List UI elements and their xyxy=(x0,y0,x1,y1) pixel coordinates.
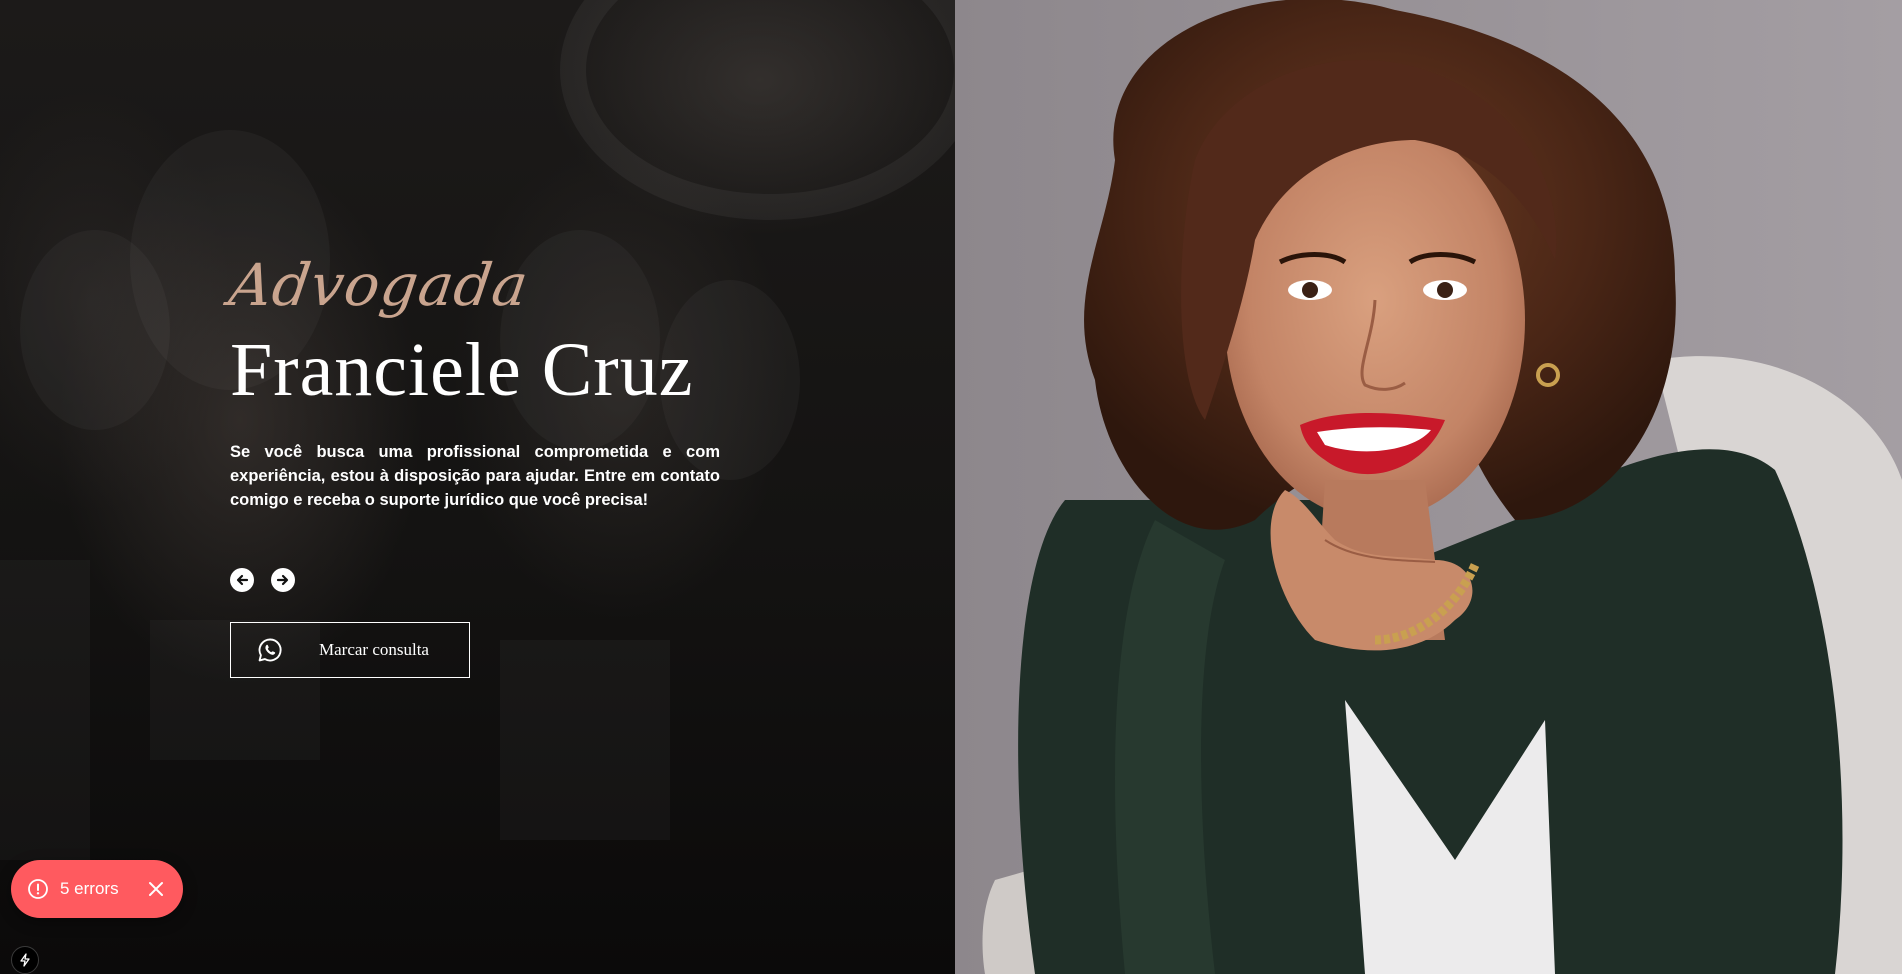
schedule-consultation-button[interactable]: Marcar consulta xyxy=(230,622,470,678)
landing-page: Advogada Franciele Cruz Se você busca um… xyxy=(0,0,1902,974)
hero-title: Franciele Cruz xyxy=(230,328,694,412)
error-toast[interactable]: 5 errors xyxy=(11,860,183,918)
hero-description: Se você busca uma profissional compromet… xyxy=(230,443,720,509)
portrait-image xyxy=(955,0,1902,974)
hero-subtitle: Advogada xyxy=(225,251,533,319)
hero-content: Advogada Franciele Cruz Se você busca um… xyxy=(225,251,720,678)
hero-section: Advogada Franciele Cruz Se você busca um… xyxy=(0,0,955,974)
slider-controls xyxy=(230,568,720,592)
prev-slide-button[interactable] xyxy=(230,568,254,592)
portrait-photo xyxy=(955,0,1902,974)
dev-tools-badge[interactable] xyxy=(11,946,39,974)
close-icon[interactable] xyxy=(147,880,165,898)
arrow-right-icon xyxy=(276,574,289,586)
error-count: 5 errors xyxy=(60,879,119,898)
background-bust xyxy=(20,230,170,430)
schedule-consultation-label: Marcar consulta xyxy=(319,640,429,659)
lightning-bolt-icon xyxy=(20,953,30,967)
next-slide-button[interactable] xyxy=(271,568,295,592)
whatsapp-icon xyxy=(258,638,282,662)
alert-circle-icon xyxy=(28,879,48,899)
background-arch xyxy=(560,0,955,220)
background-pedestal xyxy=(0,560,90,860)
arrow-left-icon xyxy=(236,574,249,586)
